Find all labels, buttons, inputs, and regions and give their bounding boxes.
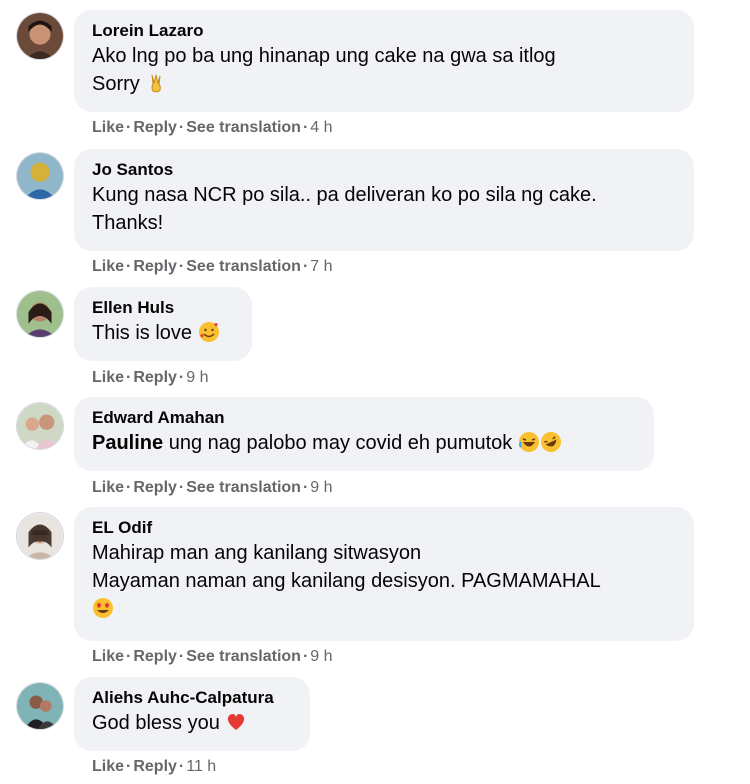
commenter-name[interactable]: Edward Amahan — [92, 407, 636, 429]
reply-button[interactable]: Reply — [133, 369, 177, 386]
commenter-name[interactable]: EL Odif — [92, 517, 676, 539]
like-button[interactable]: Like — [92, 758, 124, 775]
comment-bubble: Jo Santos Kung nasa NCR po sila.. pa del… — [74, 149, 694, 251]
separator: · — [126, 648, 132, 665]
separator: · — [178, 119, 185, 136]
comment-actions: Like · Reply · 9 h — [92, 368, 209, 388]
comment-text-line2: Thanks! — [92, 212, 164, 234]
comment-text-line2: Mayaman naman ang kanilang desisyon. PAG… — [92, 570, 601, 592]
comment-bubble: EL Odif Mahirap man ang kanilang sitwasy… — [74, 507, 694, 641]
separator: · — [178, 258, 185, 275]
separator: · — [302, 648, 309, 665]
comment-text-line: God bless you — [92, 709, 292, 737]
separator: · — [126, 479, 132, 496]
see-translation-link[interactable]: See translation — [186, 258, 301, 275]
separator: · — [126, 119, 132, 136]
comment-bubble: Lorein Lazaro Ako lng po ba ung hinanap … — [74, 10, 694, 112]
comment-text: Ako lng po ba ung hinanap ung cake na gw… — [92, 45, 556, 67]
rolling-laughing-icon — [540, 431, 562, 453]
comment-bubble: Edward Amahan Pauline ung nag palobo may… — [74, 397, 654, 471]
reply-button[interactable]: Reply — [133, 119, 177, 136]
comment-text: This is love — [92, 322, 193, 344]
comment-text-line3 — [92, 595, 676, 623]
commenter-name[interactable]: Jo Santos — [92, 159, 676, 181]
avatar[interactable] — [16, 152, 64, 200]
timestamp[interactable]: 9 h — [310, 648, 332, 665]
comment-text: Kung nasa NCR po sila.. pa deliveran ko … — [92, 184, 597, 206]
avatar[interactable] — [16, 682, 64, 730]
like-button[interactable]: Like — [92, 369, 124, 386]
like-button[interactable]: Like — [92, 648, 124, 665]
separator: · — [178, 648, 185, 665]
comment-bubble: Aliehs Auhc-Calpatura God bless you — [74, 677, 310, 751]
heart-eyes-icon — [92, 597, 114, 619]
victory-hand-icon — [145, 72, 167, 94]
commenter-name[interactable]: Ellen Huls — [92, 297, 234, 319]
see-translation-link[interactable]: See translation — [186, 119, 301, 136]
timestamp[interactable]: 11 h — [186, 758, 216, 775]
separator: · — [126, 369, 132, 386]
smiling-face-with-hearts-icon — [198, 321, 220, 343]
reply-button[interactable]: Reply — [133, 479, 177, 496]
separator: · — [302, 119, 309, 136]
comment-actions: Like · Reply · See translation · 9 h — [92, 647, 333, 667]
separator: · — [178, 479, 185, 496]
comment-text-line: Pauline ung nag palobo may covid eh pumu… — [92, 429, 636, 457]
separator: · — [126, 258, 132, 275]
like-button[interactable]: Like — [92, 119, 124, 136]
avatar[interactable] — [16, 512, 64, 560]
reply-button[interactable]: Reply — [133, 258, 177, 275]
avatar[interactable] — [16, 290, 64, 338]
comment-actions: Like · Reply · 11 h — [92, 757, 216, 777]
timestamp[interactable]: 9 h — [310, 479, 332, 496]
comment-actions: Like · Reply · See translation · 4 h — [92, 118, 333, 138]
comment-actions: Like · Reply · See translation · 7 h — [92, 257, 333, 277]
commenter-name[interactable]: Lorein Lazaro — [92, 20, 676, 42]
separator: · — [302, 258, 309, 275]
avatar[interactable] — [16, 12, 64, 60]
see-translation-link[interactable]: See translation — [186, 479, 301, 496]
separator: · — [302, 479, 309, 496]
like-button[interactable]: Like — [92, 479, 124, 496]
comment-text-part: Sorry — [92, 73, 140, 95]
timestamp[interactable]: 9 h — [186, 369, 208, 386]
comment-text-line: This is love — [92, 319, 234, 347]
red-heart-icon — [225, 711, 247, 733]
reply-button[interactable]: Reply — [133, 648, 177, 665]
like-button[interactable]: Like — [92, 258, 124, 275]
comment-bubble: Ellen Huls This is love — [74, 287, 252, 361]
mention-link[interactable]: Pauline — [92, 432, 163, 454]
see-translation-link[interactable]: See translation — [186, 648, 301, 665]
comment-text: God bless you — [92, 712, 220, 734]
comment-text: ung nag palobo may covid eh pumutok — [163, 432, 513, 454]
reply-button[interactable]: Reply — [133, 758, 177, 775]
comment-text-line2: Sorry — [92, 70, 676, 98]
separator: · — [126, 758, 132, 775]
comment-text: Mahirap man ang kanilang sitwasyon — [92, 542, 422, 564]
commenter-name[interactable]: Aliehs Auhc-Calpatura — [92, 687, 292, 709]
timestamp[interactable]: 4 h — [310, 119, 332, 136]
separator: · — [178, 758, 185, 775]
laughing-icon — [518, 431, 540, 453]
comment-actions: Like · Reply · See translation · 9 h — [92, 478, 333, 498]
avatar[interactable] — [16, 402, 64, 450]
timestamp[interactable]: 7 h — [310, 258, 332, 275]
separator: · — [178, 369, 185, 386]
